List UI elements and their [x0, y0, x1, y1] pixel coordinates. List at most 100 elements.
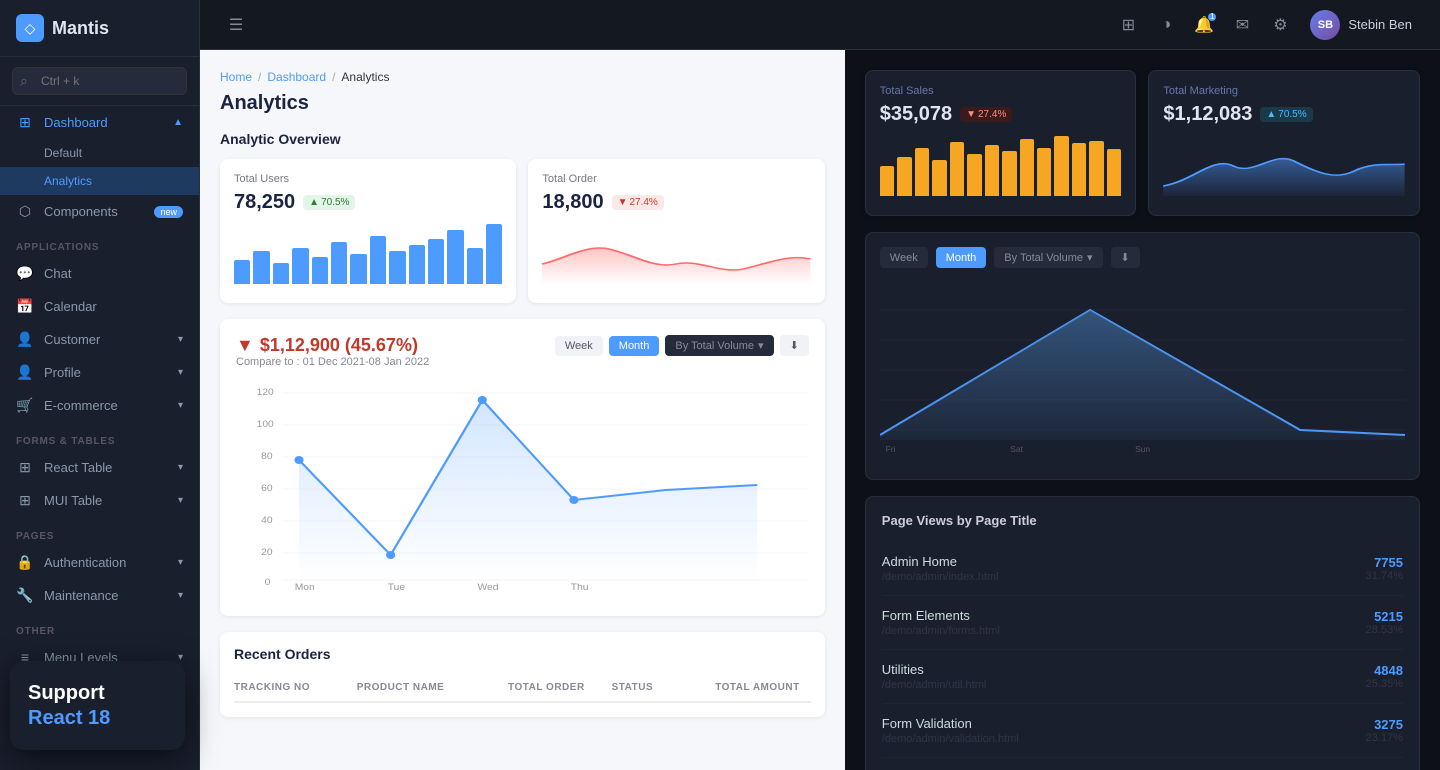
sidebar-item-components[interactable]: ⬡ Components new [0, 195, 199, 228]
support-subtitle: React 18 [28, 707, 167, 730]
apps-button[interactable]: ⊞ [1112, 9, 1144, 41]
svg-text:80: 80 [261, 452, 272, 462]
stat-value-row-users: 78,250 ▲ 70.5% [234, 191, 502, 214]
dark-volume-dropdown[interactable]: By Total Volume ▾ [994, 247, 1102, 268]
income-header: ▼ $1,12,900 (45.67%) Compare to : 01 Dec… [236, 335, 809, 368]
stat-value-row-marketing: $1,12,083 ▲ 70.5% [1163, 103, 1405, 126]
customer-arrow: ▾ [178, 334, 183, 345]
settings-button[interactable]: ⚙ [1264, 9, 1296, 41]
mui-table-label: MUI Table [44, 493, 102, 508]
sidebar-item-ecommerce[interactable]: 🛒 E-commerce ▾ [0, 389, 199, 422]
maintenance-icon: 🔧 [16, 587, 34, 604]
income-chart-svg: 120 100 80 60 40 20 0 [236, 380, 809, 590]
analytic-overview-title: Analytic Overview [220, 131, 825, 147]
support-popup[interactable]: Support React 18 [10, 661, 185, 750]
sidebar-item-authentication[interactable]: 🔒 Authentication ▾ [0, 546, 199, 579]
profile-icon: 👤 [16, 364, 34, 381]
react-table-label: React Table [44, 460, 112, 475]
week-button[interactable]: Week [555, 336, 603, 356]
logo[interactable]: ◇ Mantis [0, 0, 199, 57]
stat-value-order: 18,800 [542, 191, 603, 214]
notification-button[interactable]: 🔔 1 [1188, 9, 1220, 41]
auth-label: Authentication [44, 555, 126, 570]
svg-text:120: 120 [257, 388, 274, 398]
dark-chart-controls: Week Month By Total Volume ▾ ⬇ [880, 247, 1405, 268]
stat-label-order: Total Order [542, 173, 810, 185]
user-menu[interactable]: SB Stebin Ben [1302, 6, 1420, 44]
sales-bar-chart [880, 136, 1122, 196]
recent-orders-section: Recent Orders TRACKING NO PRODUCT NAME T… [220, 632, 825, 717]
react-table-arrow: ▾ [178, 462, 183, 473]
breadcrumb-sep-2: / [332, 70, 335, 84]
dark-month-button[interactable]: Month [936, 247, 987, 268]
dark-dropdown-arrow-icon: ▾ [1087, 251, 1093, 264]
sidebar-item-mui-table[interactable]: ⊞ MUI Table ▾ [0, 484, 199, 517]
stat-card-users: Total Users 78,250 ▲ 70.5% [220, 159, 516, 303]
dark-download-button[interactable]: ⬇ [1111, 247, 1140, 268]
th-product: PRODUCT NAME [357, 682, 500, 693]
sidebar-search-container [0, 57, 199, 106]
customer-label: Customer [44, 332, 100, 347]
svg-text:100: 100 [257, 420, 274, 430]
month-button[interactable]: Month [609, 336, 660, 356]
volume-dropdown[interactable]: By Total Volume ▾ [665, 335, 773, 356]
breadcrumb-home[interactable]: Home [220, 70, 252, 84]
chat-label: Chat [44, 266, 71, 281]
stat-value-marketing: $1,12,083 [1163, 103, 1252, 126]
order-area-chart [542, 224, 810, 284]
support-title: Support [28, 681, 167, 705]
theme-button[interactable]: ◑ [1150, 9, 1182, 41]
topbar-right: ⊞ ◑ 🔔 1 ✉ ⚙ SB Stebin Ben [1112, 6, 1420, 44]
sidebar-sub-analytics[interactable]: Analytics [0, 167, 199, 195]
hamburger-button[interactable]: ☰ [220, 9, 252, 41]
sidebar: ◇ Mantis ⊞ Dashboard ▲ Default Analytics… [0, 0, 200, 770]
stat-value-sales: $35,078 [880, 103, 952, 126]
notification-badge: 1 [1208, 13, 1216, 21]
marketing-area-chart [1163, 136, 1405, 196]
sidebar-item-profile[interactable]: 👤 Profile ▾ [0, 356, 199, 389]
chat-icon: 💬 [16, 265, 34, 282]
sidebar-item-chat[interactable]: 💬 Chat [0, 257, 199, 290]
stat-value-row-sales: $35,078 ▼ 27.4% [880, 103, 1122, 126]
mail-button[interactable]: ✉ [1226, 9, 1258, 41]
sidebar-sub-default[interactable]: Default [0, 139, 199, 167]
stat-cards: Total Users 78,250 ▲ 70.5% [220, 159, 825, 303]
sidebar-item-calendar[interactable]: 📅 Calendar [0, 290, 199, 323]
section-other: Other [0, 612, 199, 641]
sidebar-item-dashboard[interactable]: ⊞ Dashboard ▲ [0, 106, 199, 139]
stat-value-row-order: 18,800 ▼ 27.4% [542, 191, 810, 214]
breadcrumb-dashboard[interactable]: Dashboard [267, 70, 326, 84]
th-tracking: TRACKING NO [234, 682, 349, 693]
search-input[interactable] [12, 67, 187, 95]
section-pages: Pages [0, 517, 199, 546]
page-view-item-3: Form Validation /demo/admin/validation.h… [882, 704, 1403, 758]
calendar-icon: 📅 [16, 298, 34, 315]
stat-card-order: Total Order 18,800 ▼ 27.4% [528, 159, 824, 303]
page-view-item-1: Form Elements /demo/admin/forms.html 521… [882, 596, 1403, 650]
svg-text:Sat: Sat [1010, 445, 1023, 454]
profile-label: Profile [44, 365, 81, 380]
stat-card-marketing: Total Marketing $1,12,083 ▲ 70.5% [1148, 70, 1420, 216]
search-wrap [12, 67, 187, 95]
stat-badge-order: ▼ 27.4% [612, 195, 664, 210]
page-view-item-0: Admin Home /demo/admin/index.html 7755 3… [882, 542, 1403, 596]
sidebar-item-customer[interactable]: 👤 Customer ▾ [0, 323, 199, 356]
main-area: ☰ ⊞ ◑ 🔔 1 ✉ ⚙ SB Stebin Ben Home / Dashb [200, 0, 1440, 770]
profile-arrow: ▾ [178, 367, 183, 378]
dark-week-button[interactable]: Week [880, 247, 928, 268]
page-view-item-2: Utilities /demo/admin/util.html 4848 25.… [882, 650, 1403, 704]
svg-text:60: 60 [261, 484, 272, 494]
svg-text:Sun: Sun [1135, 445, 1150, 454]
download-button[interactable]: ⬇ [780, 335, 809, 356]
mui-table-icon: ⊞ [16, 492, 34, 509]
stat-label-marketing: Total Marketing [1163, 85, 1405, 97]
stat-badge-sales: ▼ 27.4% [960, 107, 1012, 122]
auth-arrow: ▾ [178, 557, 183, 568]
maintenance-arrow: ▾ [178, 590, 183, 601]
content-left: Home / Dashboard / Analytics Analytics A… [200, 50, 845, 770]
svg-text:Fri: Fri [885, 445, 895, 454]
sidebar-item-maintenance[interactable]: 🔧 Maintenance ▾ [0, 579, 199, 612]
logo-icon: ◇ [16, 14, 44, 42]
page-views-title: Page Views by Page Title [882, 513, 1403, 528]
sidebar-item-react-table[interactable]: ⊞ React Table ▾ [0, 451, 199, 484]
